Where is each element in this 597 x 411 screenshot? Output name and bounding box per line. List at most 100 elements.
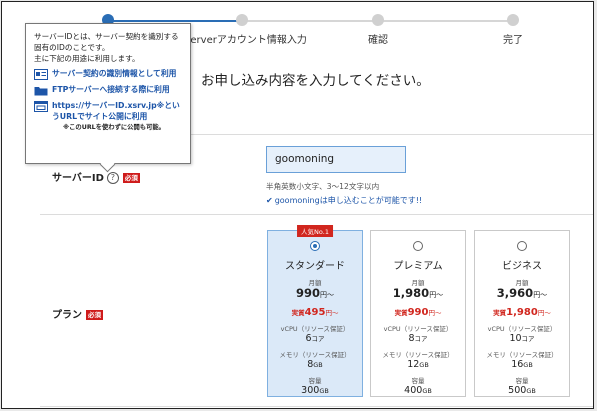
monthly-price: 990円〜	[268, 287, 362, 301]
effective-price: 実質990円〜	[371, 307, 465, 319]
divider	[40, 406, 593, 407]
plan-card-standard[interactable]: 人気No.1 スタンダード 月額 990円〜 実質495円〜 vCPU（リソース…	[267, 225, 363, 397]
price-unit: 円〜	[428, 309, 442, 317]
effective-price-value: 990	[407, 307, 429, 318]
tooltip-note: ※このURLを使わずに公開も可能。	[63, 124, 165, 131]
memory-unit: GB	[419, 361, 429, 369]
server-id-label-text: サーバーID	[52, 173, 104, 184]
disk-value: 400GB	[371, 385, 465, 397]
effective-price-label: 実質	[291, 309, 305, 317]
server-id-hint: 半角英数小文字、3〜12文字以内	[266, 182, 380, 191]
tooltip-item-text: FTPサーバーへ接続する際に利用	[52, 85, 170, 94]
memory-unit: GB	[523, 361, 533, 369]
cpu-unit: コア	[414, 335, 428, 343]
step-label-complete: 完了	[503, 35, 523, 46]
monthly-price-value: 3,960	[496, 286, 534, 300]
tooltip-desc-line: 固有のIDのことです。	[34, 43, 110, 52]
cpu-label: vCPU（リソース保証）	[487, 325, 557, 333]
memory-label: メモリ（リソース保証）	[382, 351, 454, 359]
help-icon[interactable]: ?	[106, 172, 119, 184]
price-unit: 円〜	[320, 291, 334, 299]
memory-number: 16	[511, 359, 524, 370]
cpu-label: vCPU（リソース保証）	[280, 325, 350, 333]
plan-radio-premium[interactable]	[413, 241, 423, 251]
step-label-account-info: serverアカウント情報入力	[185, 35, 307, 46]
disk-label: 容量	[515, 377, 529, 385]
step-dot-4	[507, 14, 519, 26]
plan-radio-business[interactable]	[517, 241, 527, 251]
required-badge: 必須	[86, 310, 103, 320]
disk-label: 容量	[308, 377, 322, 385]
disk-value: 300GB	[268, 385, 362, 397]
server-id-tooltip: サーバーIDとは、サーバー契約を識別する 固有のIDのことです。 主に下記の用途…	[25, 23, 191, 164]
effective-price-value: 495	[304, 307, 326, 318]
plan-card-premium[interactable]: プレミアム 月額 1,980円〜 実質990円〜 vCPU（リソース保証） 8コ…	[370, 230, 466, 397]
stepper-track-active	[108, 20, 238, 22]
monthly-price: 1,980円〜	[371, 287, 465, 301]
effective-price-label: 実質	[394, 309, 408, 317]
cpu-number: 10	[509, 333, 522, 344]
cpu-value: 6コア	[268, 333, 362, 345]
effective-price-label: 実質	[493, 309, 507, 317]
plan-name: ビジネス	[502, 261, 542, 272]
cpu-value: 8コア	[371, 333, 465, 345]
folder-icon	[34, 87, 48, 96]
disk-unit: GB	[526, 387, 536, 395]
price-unit: 円〜	[429, 291, 444, 299]
step-dot-3	[372, 14, 384, 26]
plan-card-business[interactable]: ビジネス 月額 3,960円〜 実質1,980円〜 vCPU（リソース保証） 1…	[474, 230, 570, 397]
disk-number: 400	[404, 385, 423, 396]
monthly-price-value: 1,980	[392, 286, 430, 300]
cpu-value: 10コア	[475, 333, 569, 345]
disk-number: 300	[301, 385, 320, 396]
required-badge: 必須	[122, 173, 140, 183]
check-icon: ✔	[266, 196, 273, 205]
server-id-label: サーバーID? 必須	[52, 169, 140, 184]
disk-number: 500	[508, 385, 527, 396]
page-lead-text: お申し込み内容を入力してください。	[201, 73, 430, 89]
server-id-input[interactable]: goomoning	[266, 146, 406, 173]
plan-label: プラン 必須	[52, 306, 103, 321]
disk-unit: GB	[422, 387, 432, 395]
effective-price: 実質1,980円〜	[475, 307, 569, 319]
tooltip-desc-line: サーバーIDとは、サーバー契約を識別する	[34, 32, 179, 41]
disk-label: 容量	[411, 377, 425, 385]
id-card-icon	[34, 69, 48, 80]
price-unit: 円〜	[537, 309, 551, 317]
plan-label-text: プラン	[52, 310, 82, 321]
memory-value: 8GB	[268, 359, 362, 371]
memory-number: 12	[407, 359, 420, 370]
availability-message: ✔ goomoningは申し込むことが可能です!!	[266, 195, 422, 206]
memory-unit: GB	[313, 361, 323, 369]
cpu-unit: コア	[521, 335, 535, 343]
tooltip-item-identifier: サーバー契約の識別情報として利用	[34, 68, 183, 80]
page-frame: serverアカウント情報入力 確認 完了 お申し込み内容を入力してください。 …	[1, 1, 594, 409]
tooltip-item-url: https://サーバーID.xsrv.jp※というURLでサイト公開に利用	[34, 100, 183, 122]
tooltip-desc-line: 主に下記の用途に利用します。	[34, 54, 140, 63]
effective-price-value: 1,980	[506, 307, 538, 318]
plan-name: プレミアム	[393, 261, 443, 272]
monthly-price: 3,960円〜	[475, 287, 569, 301]
availability-text: goomoningは申し込むことが可能です!!	[274, 196, 423, 205]
disk-value: 500GB	[475, 385, 569, 397]
cpu-label: vCPU（リソース保証）	[383, 325, 453, 333]
plan-name: スタンダード	[285, 261, 345, 272]
tooltip-item-text: https://サーバーID.xsrv.jp※というURLでサイト公開に利用	[52, 101, 180, 121]
cpu-unit: コア	[311, 335, 325, 343]
browser-icon	[34, 101, 48, 112]
memory-value: 12GB	[371, 359, 465, 371]
popular-badge: 人気No.1	[297, 225, 333, 237]
memory-value: 16GB	[475, 359, 569, 371]
monthly-price-value: 990	[295, 286, 320, 300]
tooltip-item-ftp: FTPサーバーへ接続する際に利用	[34, 84, 183, 96]
step-label-confirm: 確認	[368, 35, 388, 46]
disk-unit: GB	[319, 387, 329, 395]
tooltip-description: サーバーIDとは、サーバー契約を識別する 固有のIDのことです。 主に下記の用途…	[34, 31, 183, 64]
step-dot-2	[236, 14, 248, 26]
price-unit: 円〜	[533, 291, 548, 299]
memory-label: メモリ（リソース保証）	[486, 351, 558, 359]
price-unit: 円〜	[325, 309, 339, 317]
tooltip-item-text: サーバー契約の識別情報として利用	[52, 69, 177, 78]
plan-radio-standard[interactable]	[310, 241, 320, 251]
memory-label: メモリ（リソース保証）	[279, 351, 351, 359]
